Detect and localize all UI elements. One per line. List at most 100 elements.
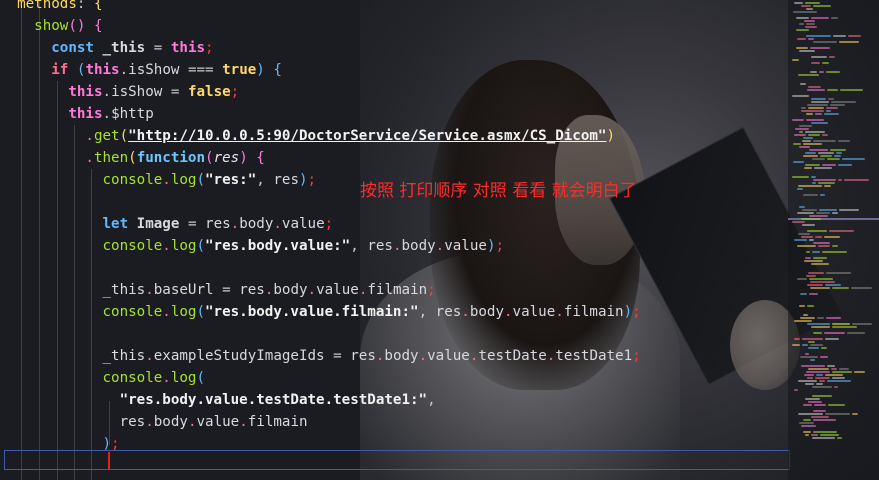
minimap-code-line xyxy=(831,101,856,103)
minimap-code-line xyxy=(813,41,837,43)
minimap-code-line xyxy=(808,38,814,40)
minimap-code-line xyxy=(832,371,852,373)
minimap-code-line xyxy=(809,239,814,241)
current-line-highlight[interactable] xyxy=(4,450,790,470)
minimap-code-line xyxy=(802,224,815,226)
minimap-code-line xyxy=(807,104,828,106)
minimap-code-line xyxy=(808,341,815,343)
code-line: if (this.isShow === true) { xyxy=(51,62,282,78)
minimap-code-line xyxy=(794,239,807,241)
minimap-code-line xyxy=(830,104,845,106)
minimap-code-line xyxy=(825,338,839,340)
minimap-code-line xyxy=(798,380,817,382)
minimap-code-line xyxy=(794,338,800,340)
annotation-text: 按照 打印顺序 对照 看看 就会明白了 xyxy=(360,181,637,201)
minimap-code-line xyxy=(808,107,824,109)
minimap-code-line xyxy=(805,353,809,355)
minimap-code-line xyxy=(795,128,809,130)
minimap-code-line xyxy=(809,149,828,151)
minimap-code-line xyxy=(839,41,859,43)
minimap-code-line xyxy=(833,35,846,37)
minimap-code-line xyxy=(816,374,823,376)
code-line: methods: { xyxy=(0,0,102,15)
minimap-code-line xyxy=(813,419,836,421)
minimap-code-line xyxy=(820,434,839,436)
minimap-code-line xyxy=(832,212,838,214)
minimap-code-line xyxy=(832,245,838,247)
minimap-code-line xyxy=(792,95,809,97)
minimap[interactable] xyxy=(788,0,879,480)
minimap-code-line xyxy=(852,323,872,325)
minimap-code-line xyxy=(807,323,830,325)
minimap-code-line xyxy=(825,284,841,286)
minimap-code-line xyxy=(805,398,820,400)
minimap-code-line xyxy=(803,404,812,406)
minimap-code-line xyxy=(807,305,814,307)
show-method: show xyxy=(34,18,69,34)
code-line: .then(function(res) { xyxy=(85,150,265,166)
methods-key: methods xyxy=(17,0,77,12)
minimap-code-line xyxy=(805,257,811,259)
minimap-code-line xyxy=(811,263,829,265)
minimap-code-line xyxy=(826,317,841,319)
minimap-code-line xyxy=(851,287,872,289)
minimap-code-line xyxy=(827,158,840,160)
minimap-code-line xyxy=(813,5,831,7)
code-line: console.log("res.body.value.filmain:", r… xyxy=(102,304,641,320)
minimap-code-line xyxy=(808,134,820,136)
minimap-code-line xyxy=(806,23,815,25)
minimap-code-line xyxy=(828,404,845,406)
minimap-code-line xyxy=(814,167,832,169)
minimap-code-line xyxy=(854,371,865,373)
minimap-code-line xyxy=(810,281,835,283)
minimap-code-line xyxy=(811,98,826,100)
minimap-code-line xyxy=(805,26,817,28)
code-editor[interactable]: methods: { show() { const _this = this; … xyxy=(0,0,790,480)
minimap-code-line xyxy=(811,434,818,436)
minimap-code-line xyxy=(802,338,823,340)
minimap-code-line xyxy=(834,386,838,388)
minimap-code-line xyxy=(799,305,805,307)
minimap-code-line xyxy=(840,89,863,91)
minimap-code-line xyxy=(810,359,815,361)
minimap-code-line xyxy=(824,236,840,238)
minimap-code-line xyxy=(822,164,836,166)
minimap-code-line xyxy=(803,143,822,145)
minimap-code-line xyxy=(808,401,822,403)
minimap-code-line xyxy=(822,134,828,136)
minimap-code-line xyxy=(822,62,829,64)
minimap-code-line xyxy=(805,2,820,4)
service-url[interactable]: "http://10.0.0.5:90/DoctorService/Servic… xyxy=(128,128,606,144)
minimap-code-line xyxy=(824,332,845,334)
minimap-code-line xyxy=(811,17,829,19)
minimap-code-line xyxy=(804,20,815,22)
minimap-code-line xyxy=(811,326,830,328)
minimap-code-line xyxy=(809,215,828,217)
minimap-code-line xyxy=(819,71,824,73)
minimap-code-line xyxy=(802,344,808,346)
minimap-code-line xyxy=(805,434,809,436)
minimap-code-line xyxy=(809,293,818,295)
minimap-code-line xyxy=(798,74,819,76)
minimap-code-line xyxy=(804,260,823,262)
minimap-code-line xyxy=(796,29,809,31)
minimap-code-line xyxy=(797,278,807,280)
code-line: this.$http xyxy=(68,106,154,122)
minimap-code-line xyxy=(806,119,824,121)
minimap-code-line xyxy=(794,2,803,4)
code-line: show() { xyxy=(34,18,103,34)
minimap-code-line xyxy=(844,179,869,181)
minimap-code-line xyxy=(847,332,865,334)
minimap-code-line xyxy=(820,356,828,358)
minimap-code-line xyxy=(808,86,821,88)
minimap-code-line xyxy=(797,245,816,247)
code-line: console.log( xyxy=(102,370,206,386)
minimap-code-line xyxy=(808,347,819,349)
minimap-code-line xyxy=(802,140,811,142)
code-line: _this.exampleStudyImageIds = res.body.va… xyxy=(102,348,641,364)
minimap-code-line xyxy=(810,344,823,346)
minimap-code-line xyxy=(803,137,813,139)
minimap-code-line xyxy=(801,365,825,367)
minimap-code-line xyxy=(834,155,841,157)
minimap-code-line xyxy=(799,206,805,208)
